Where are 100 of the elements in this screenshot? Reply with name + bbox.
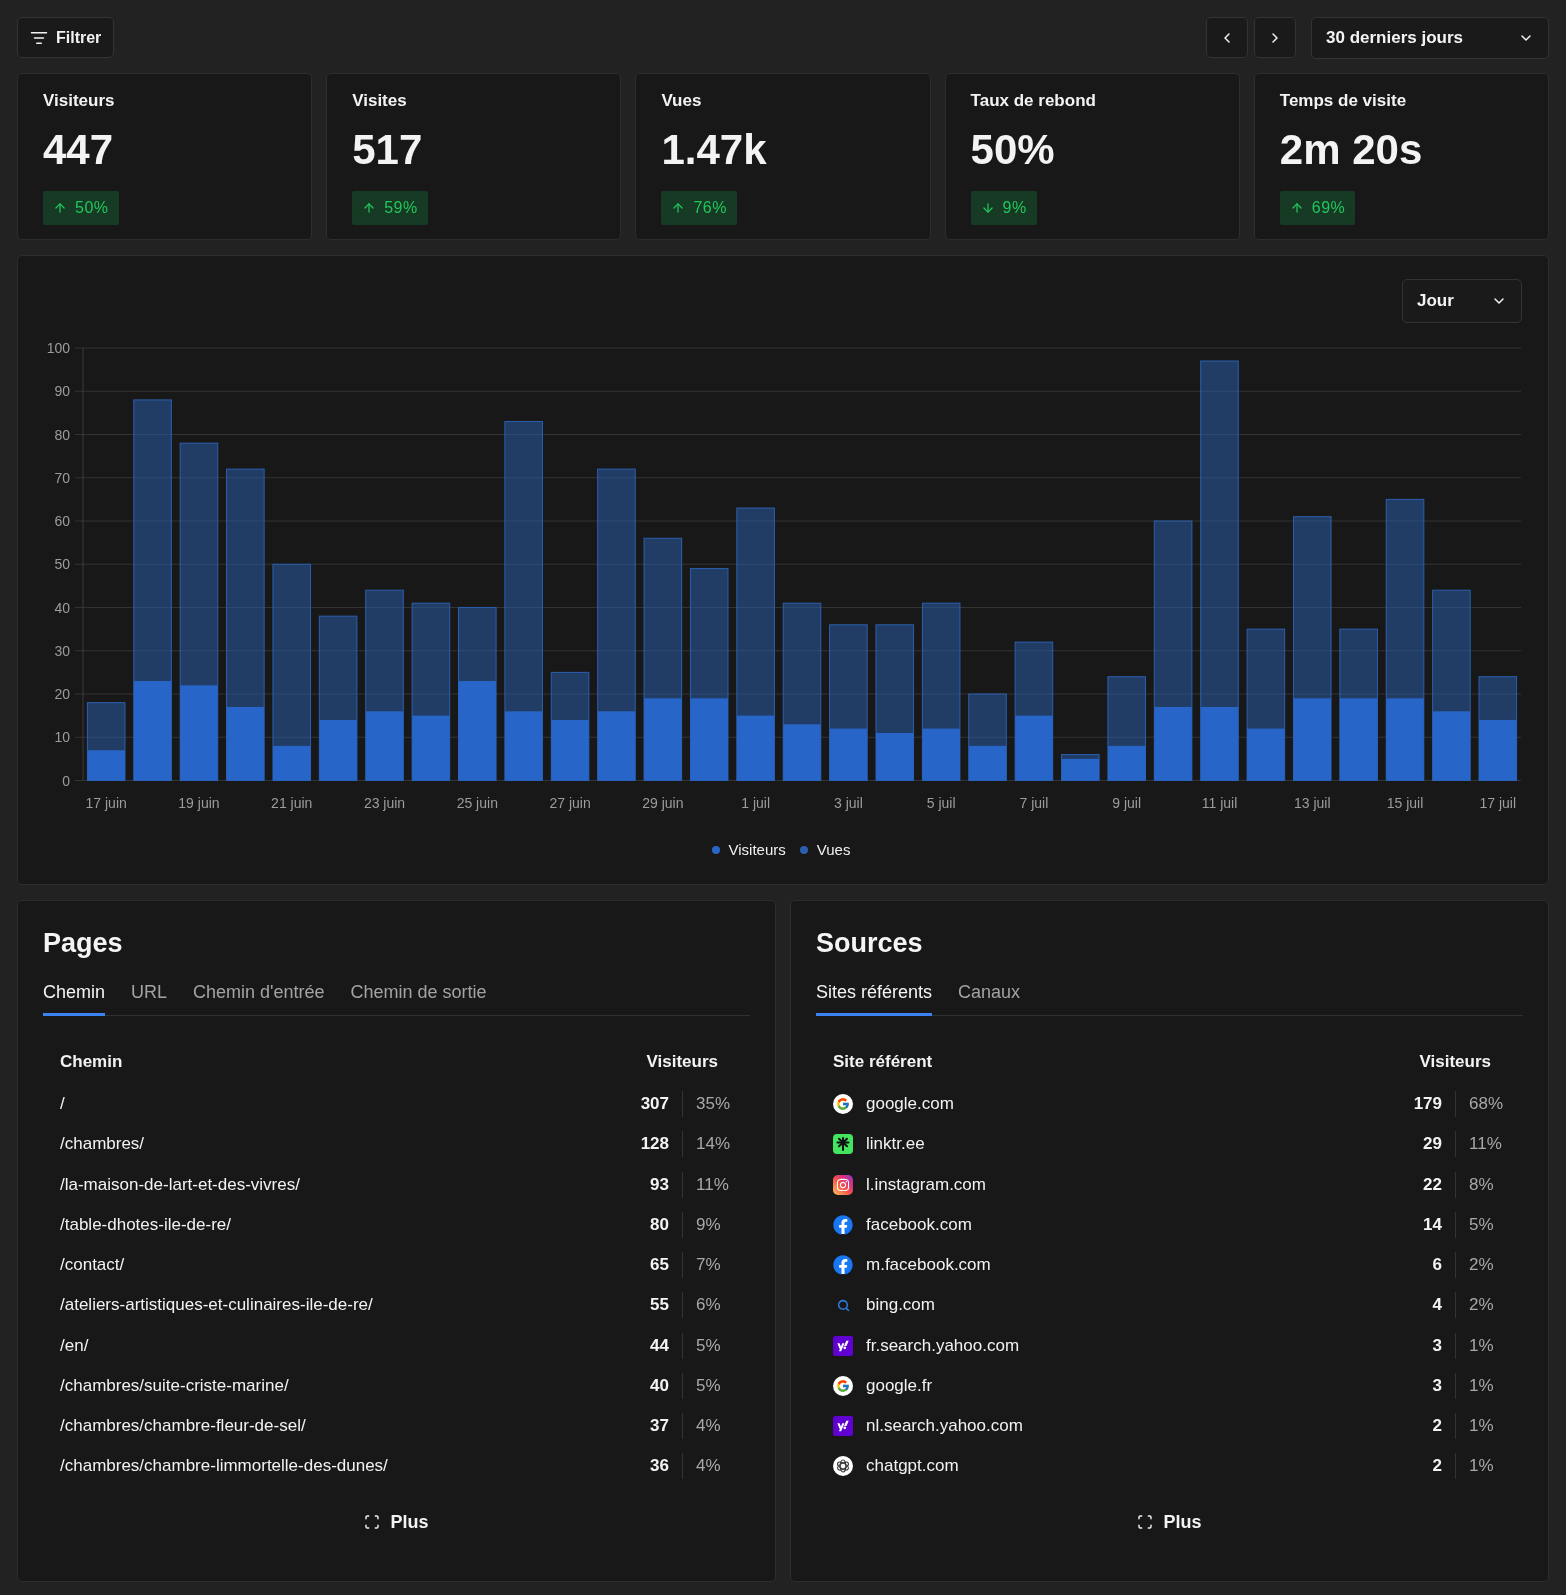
visitor-count: 6 [1432,1254,1442,1277]
visitor-share: 14% [682,1131,734,1158]
visitor-count: 128 [640,1133,669,1156]
visitor-count: 22 [1423,1173,1442,1196]
stat-label: Taux de rebond [970,91,1096,111]
filter-button[interactable]: Filtrer [17,17,115,58]
visitor-count: 29 [1423,1133,1442,1156]
change-value: 9% [1002,198,1027,218]
visitor-share: 11% [682,1171,734,1198]
referrer-site: fr.search.yahoo.com [866,1334,1021,1357]
visitors-bar [551,719,589,781]
x-axis-label: 29 juin [642,794,684,811]
referrer-site: facebook.com [866,1213,973,1236]
card-title: Sources [816,927,924,960]
expand-icon [364,1514,381,1531]
stat-value: 50% [970,126,1055,174]
x-axis-label: 17 juin [85,794,127,811]
legend-label: Visiteurs [728,840,786,860]
column-header: Chemin [60,1051,123,1073]
visitors-bar [968,745,1007,781]
visitors-bar [504,711,543,781]
x-axis-label: 13 juil [1293,794,1331,811]
visitor-share: 5% [682,1372,734,1399]
visitors-bar [922,728,960,781]
referrer-site: chatgpt.com [866,1455,960,1478]
column-header: Visiteurs [1419,1051,1491,1073]
visitor-count: 307 [640,1093,669,1116]
tab[interactable]: Chemin [43,980,106,1016]
visitors-bar [1107,745,1146,781]
y-axis-label: 40 [54,599,70,616]
visitors-bar [272,745,311,781]
visitor-share: 35% [682,1091,734,1118]
tab[interactable]: URL [131,980,168,1016]
visitor-count: 55 [650,1294,669,1317]
stat-value: 517 [352,126,423,174]
page-path: / [60,1093,66,1116]
visitor-share: 11% [1455,1131,1507,1158]
visitors-bar [597,711,636,781]
x-axis-label: 27 juin [549,794,591,811]
y-axis-label: 100 [46,340,70,356]
visitors-bar [1432,711,1471,781]
interval-select[interactable]: Jour [1402,279,1522,323]
x-axis-label: 5 juil [926,794,956,811]
y-axis-label: 0 [62,772,70,789]
page-path: /chambres/chambre-fleur-de-sel/ [60,1415,307,1437]
change-value: 69% [1311,198,1346,218]
visitors-bar [1015,715,1053,781]
x-axis-label: 1 juil [741,794,770,811]
visitors-bar [1247,728,1285,781]
page-path: /contact/ [60,1254,126,1277]
visitor-share: 2% [1455,1292,1507,1319]
tab[interactable]: Chemin d'entrée [193,980,325,1016]
google-logo-icon [833,1094,853,1115]
y-axis-label: 10 [54,729,70,746]
page-path: /en/ [60,1334,90,1357]
x-axis-label: 23 juin [363,794,406,811]
visitors-bar [319,719,357,781]
tab[interactable]: Canaux [958,980,1021,1016]
visitor-share: 1% [1455,1372,1507,1399]
page-path: /ateliers-artistiques-et-culinaires-ile-de-re/ [60,1294,374,1317]
yahoo-logo-icon [833,1416,853,1436]
visitor-count: 65 [650,1254,669,1277]
facebook-logo-icon [833,1255,853,1276]
visitor-count: 3 [1432,1334,1442,1357]
visitors-bar [365,711,404,781]
tab[interactable]: Sites référents [816,980,933,1016]
visitor-share: 5% [1455,1211,1507,1238]
visitor-count: 80 [650,1213,669,1236]
visitors-bar [736,715,775,781]
visitor-share: 4% [682,1413,734,1439]
tab[interactable]: Chemin de sortie [350,980,487,1016]
more-button[interactable]: Plus [356,1504,437,1541]
visitors-bar [412,715,450,781]
change-value: 76% [693,198,727,218]
x-axis-label: 7 juil [1019,794,1049,811]
visitor-count: 2 [1432,1455,1442,1478]
y-axis-label: 70 [54,469,70,486]
visitor-share: 4% [682,1453,734,1480]
visitor-count: 37 [650,1415,669,1437]
change-value: 50% [75,198,109,218]
visitor-share: 5% [682,1332,734,1359]
stat-value: 447 [43,126,114,174]
visitor-count: 4 [1432,1294,1442,1317]
stat-label: Vues [661,91,702,111]
page-path: /chambres/suite-criste-marine/ [60,1374,290,1397]
visitor-count: 14 [1423,1213,1442,1236]
google-logo-icon [833,1375,853,1396]
x-axis-label: 21 juin [271,794,313,811]
visitor-share: 8% [1455,1171,1507,1198]
next-button[interactable] [1254,17,1296,58]
facebook-logo-icon [833,1214,853,1235]
previous-button[interactable] [1206,17,1248,58]
referrer-site: google.com [866,1093,955,1116]
more-button[interactable]: Plus [1129,1504,1210,1541]
period-select[interactable]: 30 derniers jours [1311,16,1549,59]
visitors-bar [876,732,914,781]
referrer-site: nl.search.yahoo.com [866,1415,1024,1437]
visitor-share: 1% [1455,1453,1507,1480]
visitors-bar [1479,719,1517,781]
page-path: /chambres/chambre-limmortelle-des-dunes/ [60,1455,389,1478]
